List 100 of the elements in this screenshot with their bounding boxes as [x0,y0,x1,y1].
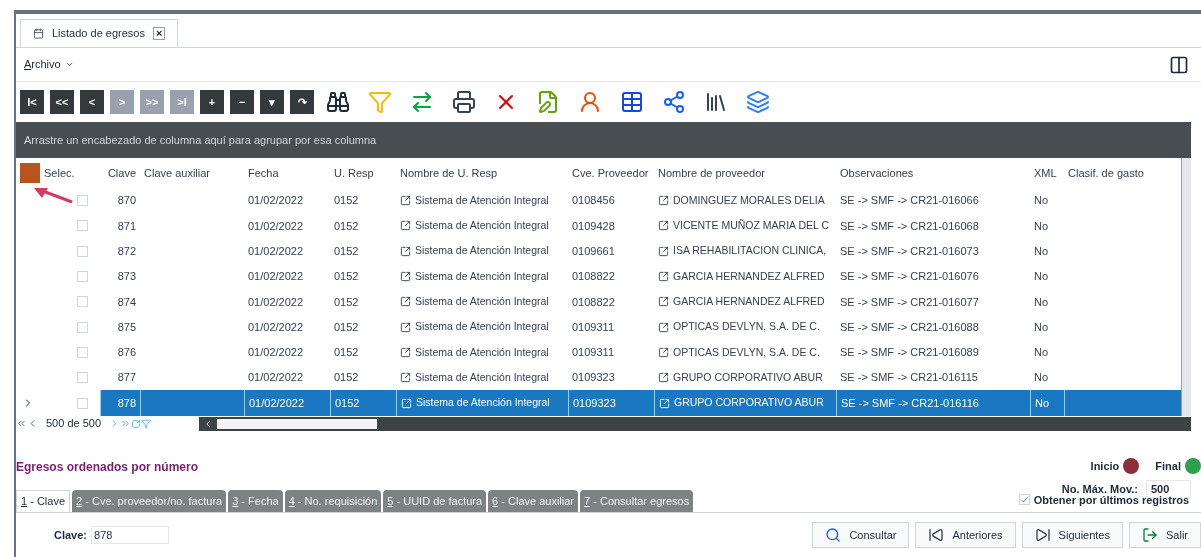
column-header[interactable]: Cve. Proveedor [572,164,649,182]
exit-icon [1142,527,1158,543]
vertical-scrollbar[interactable] [1181,158,1191,416]
row-checkbox[interactable] [77,372,88,384]
table-cell-text: SE -> SMF -> CR21-016076 [840,269,979,285]
column-header[interactable]: Clave auxiliar [144,164,211,182]
table-cell-text: ISA REHABILITACION CLINICA, [673,243,827,259]
search-tab[interactable]: 3 - Fecha [228,490,283,512]
column-header[interactable]: Clave [107,164,136,182]
column-header[interactable]: XML [1034,164,1057,182]
marker-label: Final [1155,458,1181,474]
table-icon[interactable] [620,90,644,114]
nav-button[interactable]: + [200,90,224,114]
network-icon[interactable] [662,90,686,114]
link-icon[interactable] [400,271,411,283]
edit-document-icon[interactable] [536,90,560,114]
table-cell-text: No [1034,193,1049,209]
column-header[interactable]: Clasif. de gasto [1068,164,1144,182]
table-cell-text: GARCIA HERNANDEZ ALFRED [673,268,825,284]
table-cell-text: 01/02/2022 [248,319,304,335]
column-header[interactable]: Nombre de proveedor [658,164,765,182]
table-cell-text: Sistema de Atención Integral [415,344,549,360]
user-icon[interactable] [578,90,602,114]
link-icon[interactable] [658,372,669,384]
table-cell-text: OPTICAS DEVLYN, S.A. DE C. [673,344,820,360]
nav-button[interactable]: − [230,90,254,114]
row-checkbox[interactable] [77,195,88,207]
link-icon[interactable] [658,245,669,257]
search-tab[interactable]: 2 - Cve. proveedor/no. factura [72,490,227,512]
close-button[interactable]: × [152,27,166,40]
link-icon[interactable] [658,346,669,358]
link-icon[interactable] [400,220,411,232]
link-icon[interactable] [400,245,411,257]
table-cell-text: 0109311 [572,319,614,335]
row-checkbox[interactable] [77,296,88,308]
table-cell-text: 0109661 [572,244,615,259]
table-cell-text: 0152 [334,370,359,386]
row-checkbox[interactable] [77,397,88,409]
window-icon[interactable] [1169,54,1189,75]
nav-button[interactable]: < [80,90,104,114]
link-icon[interactable] [658,321,669,333]
column-header[interactable]: U. Resp [334,164,374,182]
nav-button[interactable]: ↷ [290,90,314,114]
row-checkbox[interactable] [77,271,88,283]
swap-icon[interactable] [410,90,434,114]
column-header[interactable]: Observaciones [840,164,914,182]
link-icon[interactable] [400,296,411,308]
action-button[interactable]: Siguientes [1021,522,1123,548]
table-row[interactable]: 878 01/02/2022 0152 Sistema de Atención Integral 0109323 GRUPO CORPORATIVO ABUR SE -> SMF -> CR21-016116 No [16,390,1181,416]
print-icon[interactable] [452,90,476,114]
table-cell: OPTICAS DEVLYN, S.A. DE C. [673,319,820,335]
table-cell-text: 877 [117,370,136,386]
table-cell-text: 873 [117,269,136,285]
column-header[interactable]: Nombre de U. Resp [400,164,498,182]
row-checkbox[interactable] [77,220,88,232]
action-button[interactable]: Consultar [812,522,910,548]
link-icon[interactable] [658,195,669,207]
binoculars-icon[interactable] [326,90,350,114]
table-cell-text: No [1034,269,1049,285]
table-cell-text: Sistema de Atención Integral [415,293,549,309]
row-checkbox[interactable] [77,321,88,333]
search-tab[interactable]: 6 - Clave auxiliar [488,490,579,512]
link-icon[interactable] [658,220,669,232]
search-tab[interactable]: 4 - No. requisición [284,490,382,512]
action-button[interactable]: Salir [1129,522,1201,548]
link-icon[interactable] [400,346,411,358]
table-cell-text: 0108822 [572,294,615,310]
row-checkbox[interactable] [77,245,88,257]
nav-button[interactable]: << [50,90,74,114]
clave-field[interactable]: 878 [91,526,170,544]
table-cell-text: 0109428 [572,218,615,234]
link-icon[interactable] [400,195,411,207]
column-header[interactable]: Fecha [248,164,279,182]
table-cell-text: SE -> SMF -> CR21-016066 [840,193,979,209]
tab-title: Listado de egresos [52,26,145,42]
link-icon[interactable] [658,296,669,308]
search-tab[interactable]: 7 - Consultar egresos [580,490,694,512]
archivo-menu[interactable]: Archivo [24,56,74,73]
layers-icon[interactable] [746,90,770,114]
table-cell-text: No [1035,395,1050,411]
table-cell-text: 871 [117,218,136,234]
group-by-bar: Arrastre un encabezado de columna aquí para agrupar por esa columna [16,122,1191,158]
link-icon[interactable] [400,372,411,384]
documents-icon[interactable] [704,90,728,114]
table-cell-text: 870 [117,193,136,209]
action-button[interactable]: Anteriores [915,522,1016,548]
document-tab[interactable]: Listado de egresos × [20,19,179,47]
table-cell-text: Sistema de Atención Integral [415,243,549,259]
table-cell-text: 01/02/2022 [248,244,304,259]
nav-button[interactable]: I< [20,90,44,114]
row-checkbox[interactable] [77,346,88,358]
search-tab[interactable]: 1 - Clave [16,490,71,512]
column-header[interactable]: Selec. [44,164,75,182]
last-records-checkbox[interactable] [1018,494,1030,506]
nav-button[interactable]: ▾ [260,90,284,114]
link-icon[interactable] [400,321,411,333]
search-tab[interactable]: 5 - UUID de factura [383,490,487,512]
horizontal-scrollbar[interactable] [199,416,1191,431]
table-cell-text: 0108456 [572,193,615,209]
link-icon[interactable] [658,271,669,283]
